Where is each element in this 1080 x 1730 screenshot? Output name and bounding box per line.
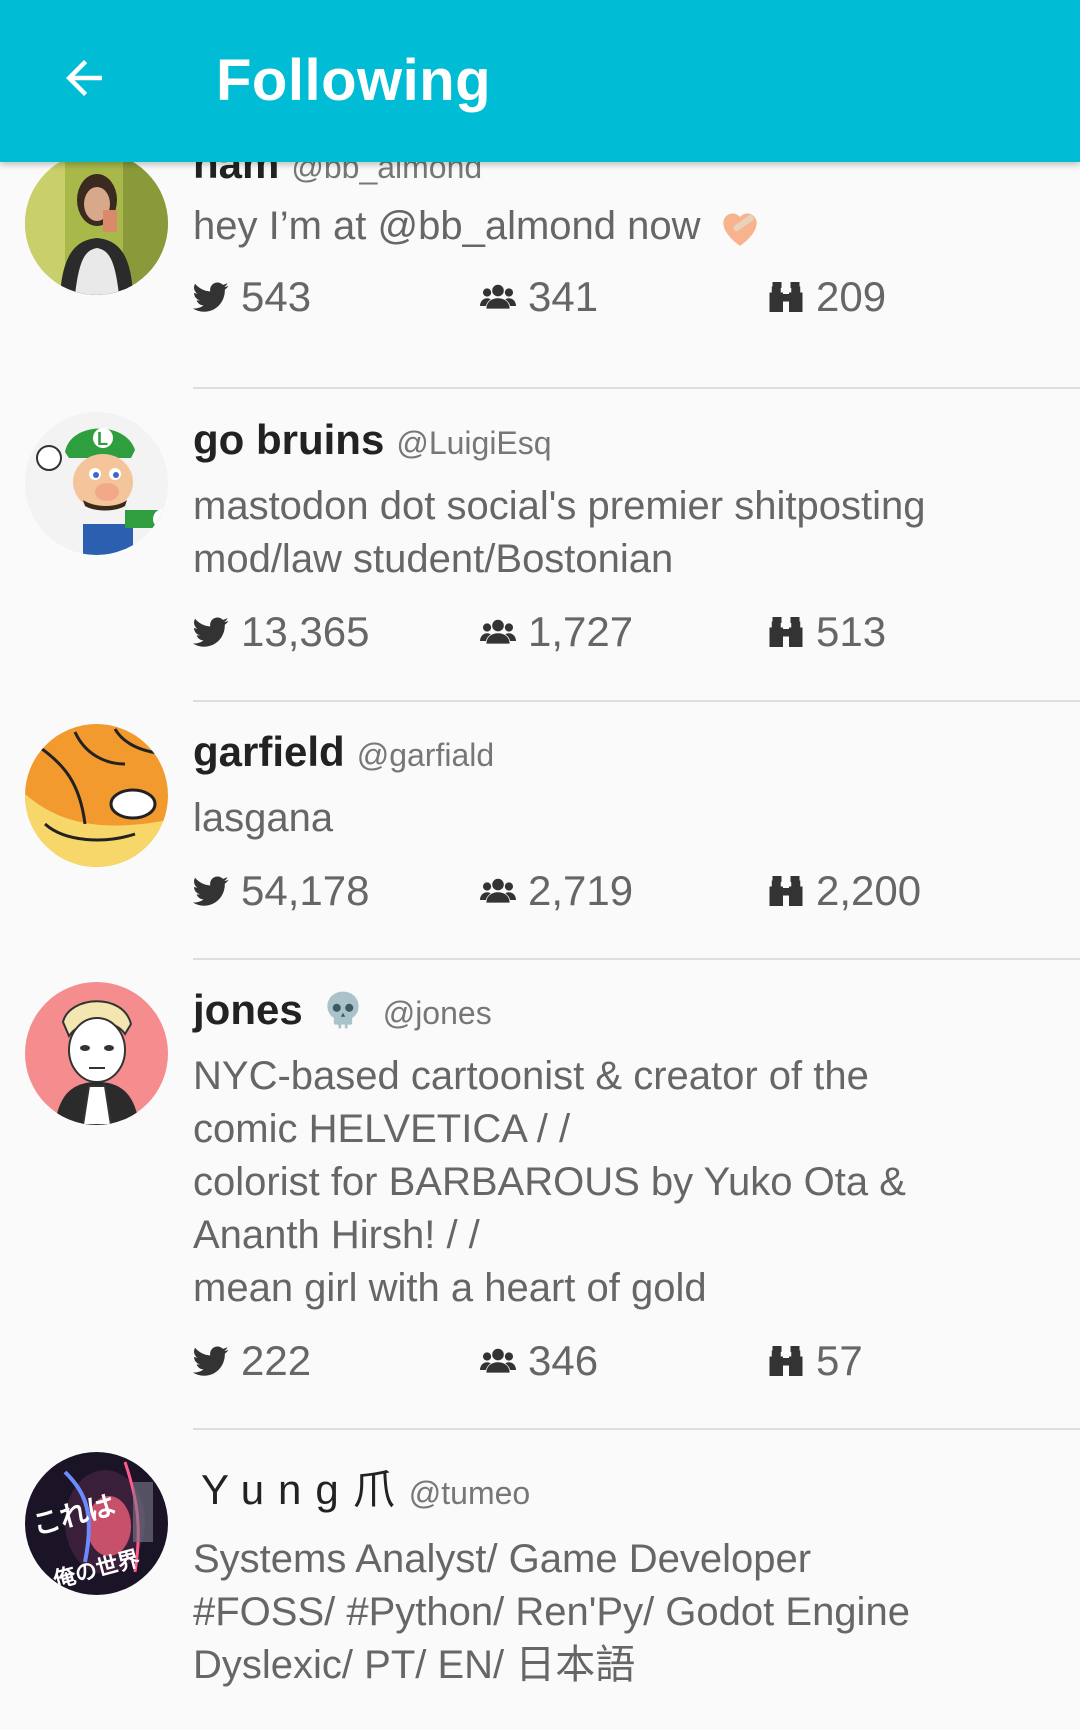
users-icon: [480, 614, 516, 650]
followers-value: 513: [816, 608, 887, 655]
followers-count: 209: [768, 267, 886, 327]
statuses-count: 543: [193, 267, 311, 327]
account-stats: 543 341 209: [193, 267, 1080, 327]
app-bar: Following: [0, 0, 1080, 162]
statuses-value: 222: [241, 1337, 312, 1384]
avatar[interactable]: L: [25, 412, 168, 555]
display-name: jones: [193, 986, 303, 1033]
account-handle: @jones: [382, 995, 492, 1031]
binoculars-icon: [768, 873, 804, 909]
account-handle: @garfiald: [356, 737, 495, 773]
bird-icon: [193, 614, 229, 650]
followers-count: 57: [768, 1331, 863, 1391]
followers-count: 2,200: [768, 861, 921, 921]
following-value: 341: [528, 273, 599, 320]
avatar[interactable]: [25, 724, 168, 867]
account-item[interactable]: jones @jones NYC-based cartoonist & crea…: [0, 960, 1080, 1430]
account-item[interactable]: これは 俺の世界 Yung爪 @tumeo Systems Analyst/ G…: [0, 1430, 1080, 1730]
followers-value: 209: [816, 273, 887, 320]
following-count: 346: [480, 1331, 598, 1391]
statuses-value: 13,365: [241, 608, 370, 655]
bird-icon: [193, 279, 229, 315]
statuses-value: 54,178: [241, 867, 370, 914]
following-count: 2,719: [480, 861, 633, 921]
avatar[interactable]: [25, 982, 168, 1125]
display-name: go bruins: [193, 416, 385, 463]
arrow-left-icon: [66, 60, 102, 96]
binoculars-icon: [768, 614, 804, 650]
account-bio: lasgana: [193, 796, 334, 840]
followers-count: 513: [768, 602, 886, 662]
display-name: Yung爪: [201, 1466, 409, 1513]
account-stats: 13,365 1,727 513: [193, 602, 1080, 662]
following-count: 1,727: [480, 602, 633, 662]
account-item[interactable]: ham @bb_almond hey I’m at @bb_almond now…: [0, 140, 1080, 390]
bio-text: hey I’m at @bb_almond now: [193, 204, 701, 248]
statuses-count: 13,365: [193, 602, 369, 662]
account-item[interactable]: garfield @garfiald lasgana 54,178 2,719 …: [0, 702, 1080, 960]
following-value: 1,727: [528, 608, 634, 655]
account-bio: mastodon dot social's premier shitpostin…: [193, 484, 937, 581]
account-handle: @tumeo: [408, 1475, 531, 1511]
account-bio: Systems Analyst/ Game Developer #FOSS/ #…: [193, 1537, 910, 1687]
account-bio: hey I’m at @bb_almond now: [193, 200, 1080, 253]
binoculars-icon: [768, 1343, 804, 1379]
following-value: 2,719: [528, 867, 634, 914]
followers-value: 57: [816, 1337, 863, 1384]
users-icon: [480, 1343, 516, 1379]
users-icon: [480, 873, 516, 909]
users-icon: [480, 279, 516, 315]
account-bio: NYC-based cartoonist & creator of the co…: [193, 1054, 906, 1310]
back-button[interactable]: [48, 42, 120, 114]
statuses-count: 222: [193, 1331, 311, 1391]
account-item[interactable]: L go bruins @LuigiEsq mastodon dot socia…: [0, 390, 1080, 702]
heart-with-bandage-emoji: [722, 213, 757, 246]
bird-icon: [193, 1343, 229, 1379]
page-title: Following: [216, 48, 492, 113]
following-list: ham @bb_almond hey I’m at @bb_almond now…: [0, 140, 1080, 1730]
binoculars-icon: [768, 279, 804, 315]
skull-emoji: [327, 991, 359, 1029]
statuses-count: 54,178: [193, 861, 369, 921]
svg-text:L: L: [97, 429, 108, 449]
following-value: 346: [528, 1337, 599, 1384]
bird-icon: [193, 873, 229, 909]
display-name: garfield: [193, 728, 345, 775]
account-stats: 54,178 2,719 2,200: [193, 861, 1080, 921]
statuses-value: 543: [241, 273, 312, 320]
account-stats: 222 346 57: [193, 1331, 1080, 1391]
divider: [193, 387, 1080, 389]
avatar[interactable]: これは 俺の世界: [25, 1452, 168, 1595]
followers-value: 2,200: [816, 867, 922, 914]
avatar[interactable]: [25, 152, 168, 295]
account-handle: @LuigiEsq: [396, 425, 552, 461]
following-count: 341: [480, 267, 598, 327]
